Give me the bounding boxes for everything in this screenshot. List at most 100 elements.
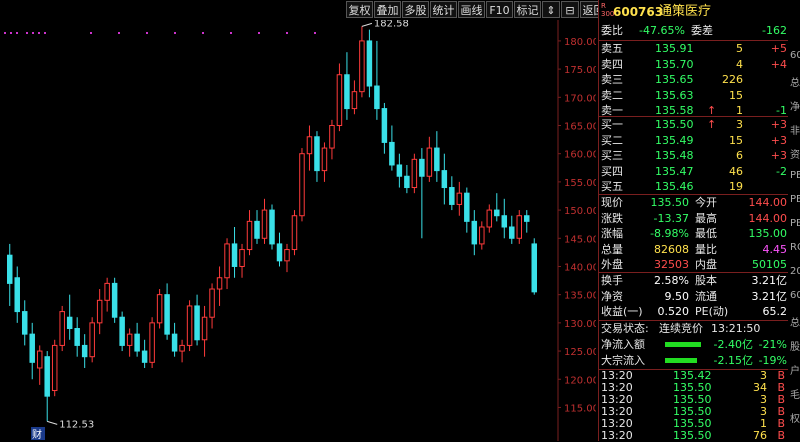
candle[interactable]	[314, 131, 320, 182]
candle[interactable]	[284, 243, 290, 273]
candle[interactable]	[471, 210, 478, 256]
candle[interactable]	[186, 300, 193, 352]
toolbar-button-5[interactable]: F10	[486, 1, 513, 18]
stock-code[interactable]: 600763	[613, 4, 663, 20]
asks-row[interactable]: 卖三 135.65 226	[599, 72, 789, 88]
candle[interactable]	[14, 266, 20, 323]
asks-row[interactable]: 卖四 135.70 4 +4	[599, 57, 789, 73]
candle[interactable]	[366, 29, 373, 98]
asks-row[interactable]: 卖五 135.91 5 +5	[599, 41, 789, 57]
toolbar-button-8[interactable]: ⊟	[561, 1, 579, 18]
candle[interactable]	[426, 136, 433, 182]
candle[interactable]	[516, 210, 523, 244]
candle[interactable]	[441, 153, 448, 205]
bids-row[interactable]: 买二 135.49 15 +3	[599, 133, 789, 149]
candle[interactable]	[134, 322, 140, 357]
candle[interactable]	[269, 204, 275, 250]
candle[interactable]	[494, 193, 500, 222]
candle[interactable]	[126, 328, 133, 357]
candle[interactable]	[36, 345, 43, 385]
candle[interactable]	[231, 227, 238, 278]
candle[interactable]	[449, 176, 455, 211]
candle[interactable]	[261, 198, 268, 244]
candle[interactable]	[254, 210, 260, 244]
candle[interactable]	[216, 266, 223, 306]
candle[interactable]	[434, 131, 440, 182]
candle[interactable]	[299, 148, 305, 222]
candle[interactable]	[66, 294, 73, 340]
candle[interactable]	[509, 215, 515, 244]
candle[interactable]	[396, 153, 403, 188]
candle[interactable]	[524, 210, 530, 233]
candle[interactable]	[329, 119, 335, 160]
side-strip-label: 60	[790, 50, 800, 61]
candle[interactable]	[194, 294, 200, 346]
candle[interactable]	[291, 210, 298, 256]
bids-row[interactable]: 买三 135.48 6 +3	[599, 148, 789, 164]
toolbar-button-7[interactable]: ⇕	[542, 1, 560, 18]
candle[interactable]	[29, 322, 35, 380]
candle[interactable]	[44, 351, 50, 422]
candle[interactable]	[419, 148, 425, 239]
stock-name[interactable]: 通策医疗	[659, 4, 711, 20]
candlestick-chart[interactable]: 115.00 120.00 125.00 130.00 135.00 140.00 145.…	[0, 20, 596, 441]
candle[interactable]	[276, 232, 283, 267]
candle[interactable]	[336, 63, 343, 132]
candle[interactable]	[479, 221, 485, 250]
candle[interactable]	[404, 164, 410, 194]
candle[interactable]	[389, 125, 395, 171]
candle[interactable]	[209, 283, 215, 329]
candle[interactable]	[96, 289, 103, 335]
candle[interactable]	[501, 198, 508, 239]
candle[interactable]	[141, 339, 148, 368]
candle[interactable]	[74, 317, 80, 357]
candle[interactable]	[156, 289, 163, 329]
y-tick-label: 135.00	[564, 291, 596, 302]
toolbar-button-2[interactable]: 多股	[402, 1, 429, 18]
candle[interactable]	[81, 334, 88, 368]
toolbar-button-3[interactable]: 统计	[430, 1, 457, 18]
candle[interactable]	[239, 243, 245, 278]
candle[interactable]	[89, 317, 95, 363]
bids-row[interactable]: 买五 135.46 19	[599, 179, 789, 195]
candle-body	[396, 164, 403, 177]
bids-row[interactable]: 买一 135.50 ↑ 3 +3	[599, 117, 789, 133]
candle[interactable]	[6, 243, 13, 306]
candle[interactable]	[411, 153, 418, 194]
asks-row[interactable]: 卖二 135.63 15	[599, 88, 789, 104]
candle[interactable]	[119, 311, 125, 352]
toolbar-button-4[interactable]: 画线	[458, 1, 485, 18]
flow-value: -2.15亿	[713, 353, 753, 367]
candle[interactable]	[374, 40, 380, 120]
tick-row[interactable]: 13:20 135.50 76 B	[599, 430, 789, 442]
candle[interactable]	[171, 322, 178, 357]
candle[interactable]	[351, 80, 358, 115]
candle[interactable]	[381, 102, 388, 154]
candle[interactable]	[149, 317, 155, 368]
toolbar-button-1[interactable]: 叠加	[374, 1, 401, 18]
candle[interactable]	[51, 339, 58, 397]
candle[interactable]	[21, 300, 28, 346]
candle-body	[516, 215, 523, 239]
candle[interactable]	[224, 238, 230, 290]
toolbar-button-0[interactable]: 复权	[346, 1, 373, 18]
candle[interactable]	[246, 210, 253, 256]
candle[interactable]	[104, 277, 110, 312]
candle[interactable]	[464, 187, 470, 233]
toolbar-button-6[interactable]: 标记	[514, 1, 541, 18]
candle[interactable]	[359, 26, 365, 98]
candle[interactable]	[486, 204, 493, 233]
stat-row: 涨幅 -8.98% 最低 135.00	[599, 226, 789, 242]
candle[interactable]	[321, 142, 328, 182]
candle[interactable]	[59, 305, 65, 352]
bids-row[interactable]: 买四 135.47 46 -2	[599, 164, 789, 180]
candle[interactable]	[179, 339, 185, 363]
side-strip-label: 股	[790, 342, 800, 353]
candle[interactable]	[344, 52, 350, 120]
candle[interactable]	[456, 181, 463, 216]
candle[interactable]	[111, 277, 118, 323]
candle[interactable]	[201, 305, 208, 357]
candle[interactable]	[306, 125, 313, 171]
candle[interactable]	[164, 283, 170, 340]
candle[interactable]	[531, 238, 538, 295]
